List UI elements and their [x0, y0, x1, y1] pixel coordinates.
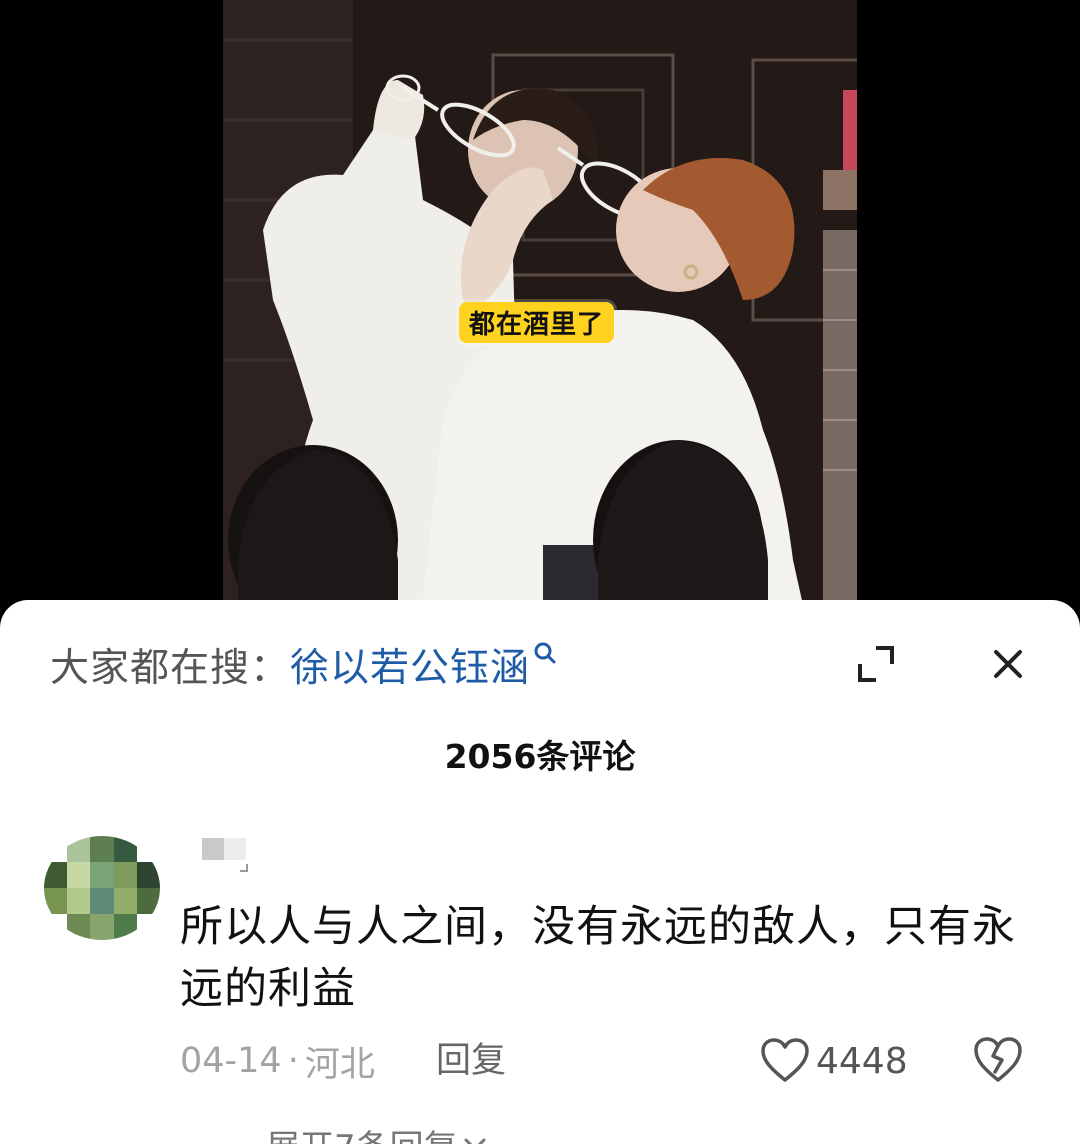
avatar-pixel [90, 862, 114, 888]
avatar-pixel [90, 914, 114, 940]
avatar-pixel [136, 888, 160, 914]
chevron-down-icon [464, 1138, 486, 1144]
avatar-pixel [113, 888, 137, 914]
trending-search-keyword[interactable]: 徐以若公钰涵 [290, 637, 530, 693]
trending-search-prefix: 大家都在搜： [50, 646, 291, 691]
comment-count-title: 2056条评论 [444, 737, 636, 776]
avatar-pixel [44, 888, 68, 914]
heart-icon [761, 1038, 809, 1082]
avatar-pixel [113, 914, 137, 940]
avatar-pixel [67, 888, 91, 914]
avatar-pixel [113, 862, 137, 888]
avatar-pixel [67, 914, 91, 940]
trending-search[interactable]: 大家都在搜： 徐以若公钰涵 [50, 637, 556, 693]
avatar-pixel [113, 836, 137, 862]
close-icon[interactable] [988, 644, 1028, 684]
avatar-pixel [44, 862, 68, 888]
comment-date: 04-14 [180, 1041, 282, 1081]
avatar-pixel [136, 862, 160, 888]
comment-region: 河北 [304, 1044, 375, 1085]
search-icon [532, 640, 556, 670]
avatar[interactable] [44, 836, 160, 940]
avatar-pixel [136, 914, 160, 940]
avatar-pixel [90, 836, 114, 862]
avatar-pixel [136, 836, 160, 862]
broken-heart-icon[interactable] [972, 1036, 1024, 1084]
comment-meta: 04-14 · 河北 [180, 1036, 375, 1086]
expand-replies-button[interactable]: 展开7条回复 [266, 1120, 486, 1144]
username-pixelated[interactable] [202, 836, 248, 872]
like-count: 4448 [816, 1040, 908, 1082]
avatar-pixel [90, 888, 114, 914]
expand-replies-label: 展开7条回复 [266, 1120, 458, 1144]
avatar-pixel [67, 862, 91, 888]
comment-sheet: 大家都在搜： 徐以若公钰涵 2056条评论 所以人与人之间，没有永远的敌人，只有… [0, 600, 1080, 1144]
avatar-pixel [44, 914, 68, 940]
reply-button[interactable]: 回复 [436, 1036, 506, 1086]
avatar-pixel [44, 836, 68, 862]
comment-text: 所以人与人之间，没有永远的敌人，只有永远的利益 [180, 902, 1016, 1014]
like-button[interactable]: 4448 [760, 1036, 908, 1086]
expand-icon[interactable] [856, 644, 896, 684]
app-screen: 都在酒里了 大家都在搜： 徐以若公钰涵 2056条评论 所以人与人之间，没有永远… [0, 0, 1080, 1144]
avatar-pixel [67, 836, 91, 862]
video-player[interactable]: 都在酒里了 [223, 0, 857, 605]
video-subtitle: 都在酒里了 [459, 302, 615, 343]
meta-separator: · [287, 1041, 299, 1081]
